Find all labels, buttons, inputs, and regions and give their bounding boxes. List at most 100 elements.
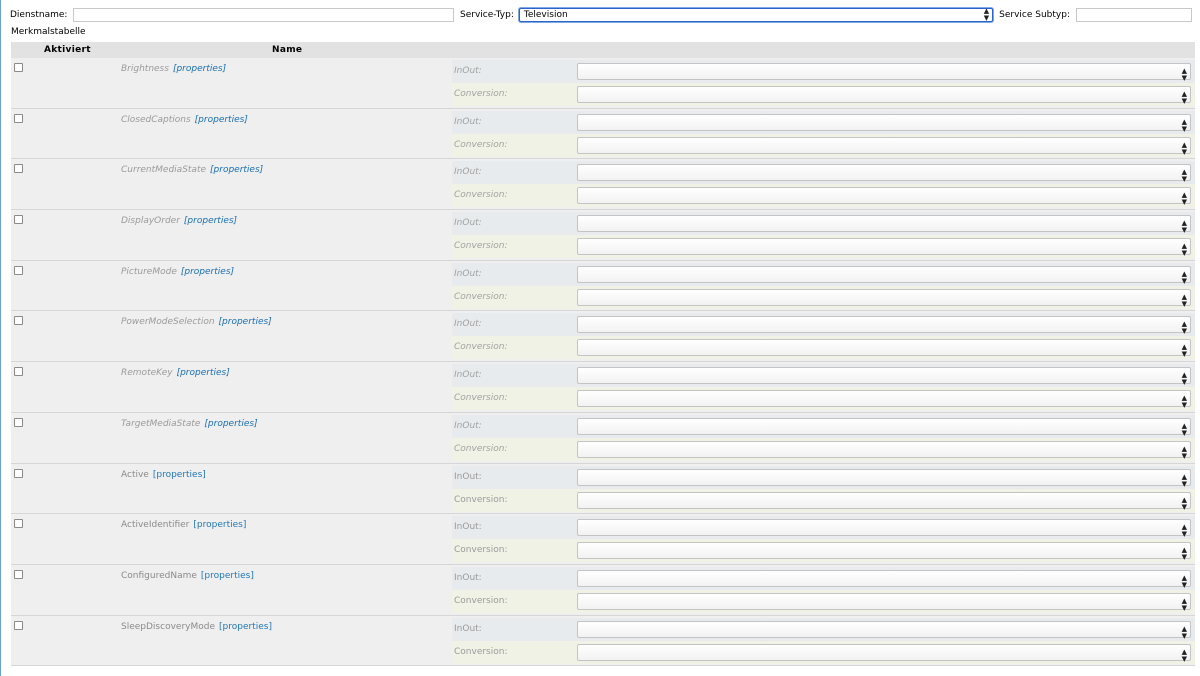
dienstname-input[interactable] bbox=[73, 8, 455, 22]
inout-select[interactable]: ▲ ▼ bbox=[577, 265, 1191, 284]
inout-row: InOut: ▲ ▼ bbox=[452, 212, 1195, 236]
inout-select[interactable]: ▲ ▼ bbox=[577, 164, 1191, 184]
inout-select[interactable]: ▲ ▼ bbox=[577, 468, 1191, 488]
up-down-arrows-icon: ▲ ▼ bbox=[1181, 371, 1187, 387]
conversion-select[interactable]: ▲ ▼ bbox=[577, 136, 1191, 156]
properties-link[interactable]: [properties] bbox=[219, 317, 272, 327]
properties-link[interactable]: [properties] bbox=[195, 115, 248, 125]
inout-select[interactable]: ▲ ▼ bbox=[577, 113, 1191, 132]
table-row: ConfiguredName [properties] InOut: ▲ ▼ Conver… bbox=[11, 564, 1195, 616]
conversion-select[interactable]: ▲ ▼ bbox=[577, 643, 1191, 663]
enable-checkbox[interactable] bbox=[14, 316, 23, 326]
characteristic-name: ConfiguredName bbox=[121, 570, 197, 581]
enable-checkbox[interactable] bbox=[14, 417, 23, 427]
up-down-arrows-icon: ▲ ▼ bbox=[1181, 495, 1187, 511]
table-body: Brightness [properties] InOut: ▲ ▼ Conversion… bbox=[11, 58, 1195, 667]
enable-checkbox[interactable] bbox=[14, 164, 23, 174]
conversion-row: Conversion: ▲ ▼ bbox=[452, 235, 1195, 259]
inout-label: InOut: bbox=[454, 167, 482, 178]
inout-label: InOut: bbox=[454, 268, 482, 279]
inout-select[interactable]: ▲ ▼ bbox=[577, 519, 1191, 538]
enable-checkbox[interactable] bbox=[14, 468, 23, 478]
inout-select[interactable]: ▲ ▼ bbox=[577, 215, 1191, 234]
inout-row: InOut: ▲ ▼ bbox=[452, 60, 1195, 83]
properties-link[interactable]: [properties] bbox=[219, 622, 272, 632]
up-down-arrows-icon: ▲ ▼ bbox=[983, 7, 990, 22]
conversion-row: Conversion: ▲ ▼ bbox=[452, 387, 1195, 411]
conversion-row: Conversion: ▲ ▼ bbox=[452, 589, 1195, 613]
enable-checkbox[interactable] bbox=[14, 569, 23, 579]
up-down-arrows-icon: ▲ ▼ bbox=[1181, 394, 1187, 410]
inout-select[interactable]: ▲ ▼ bbox=[577, 569, 1191, 588]
conversion-label: Conversion: bbox=[454, 139, 508, 150]
conversion-select[interactable]: ▲ ▼ bbox=[577, 339, 1191, 359]
up-down-arrows-icon: ▲ ▼ bbox=[1181, 140, 1187, 156]
service-typ-select[interactable]: Television ▲ ▼ bbox=[518, 7, 994, 22]
characteristic-name-cell: ConfiguredName [properties] bbox=[121, 571, 254, 581]
inout-select[interactable]: ▲ ▼ bbox=[577, 316, 1191, 335]
properties-link[interactable]: [properties] bbox=[210, 165, 263, 175]
properties-link[interactable]: [properties] bbox=[184, 216, 237, 226]
up-down-arrows-icon: ▲ ▼ bbox=[1181, 472, 1187, 488]
enable-checkbox[interactable] bbox=[14, 215, 23, 225]
conversion-select[interactable]: ▲ ▼ bbox=[577, 390, 1191, 410]
conversion-label: Conversion: bbox=[454, 89, 508, 99]
characteristic-name: ClosedCaptions bbox=[121, 114, 191, 125]
characteristic-name-cell: PictureMode [properties] bbox=[121, 267, 234, 277]
properties-link[interactable]: [properties] bbox=[177, 368, 230, 378]
conversion-select[interactable]: ▲ ▼ bbox=[577, 542, 1191, 561]
properties-link[interactable]: [properties] bbox=[204, 419, 257, 429]
service-subtyp-input[interactable] bbox=[1076, 8, 1192, 22]
conversion-row: Conversion: ▲ ▼ bbox=[452, 488, 1195, 512]
enable-checkbox[interactable] bbox=[14, 63, 23, 72]
enable-checkbox[interactable] bbox=[14, 113, 23, 123]
enable-checkbox[interactable] bbox=[14, 519, 23, 529]
inout-row: InOut: ▲ ▼ bbox=[452, 617, 1195, 641]
service-typ-value: Television bbox=[523, 10, 568, 20]
conversion-select[interactable]: ▲ ▼ bbox=[577, 187, 1191, 206]
table-row: PictureMode [properties] InOut: ▲ ▼ Conversio… bbox=[11, 260, 1195, 312]
properties-link[interactable]: [properties] bbox=[193, 520, 246, 530]
table-row: SleepDiscoveryMode [properties] InOut: ▲ ▼ Co… bbox=[11, 615, 1195, 667]
conversion-select[interactable]: ▲ ▼ bbox=[577, 592, 1191, 611]
inout-label: InOut: bbox=[454, 420, 482, 431]
conversion-label: Conversion: bbox=[454, 646, 508, 657]
characteristic-name-cell: PowerModeSelection [properties] bbox=[121, 317, 272, 327]
properties-link[interactable]: [properties] bbox=[153, 470, 206, 480]
characteristic-name-cell: ClosedCaptions [properties] bbox=[121, 115, 248, 125]
properties-link[interactable]: [properties] bbox=[173, 64, 226, 74]
conversion-select[interactable]: ▲ ▼ bbox=[577, 288, 1191, 307]
conversion-row: Conversion: ▲ ▼ bbox=[452, 83, 1195, 106]
conversion-select[interactable]: ▲ ▼ bbox=[577, 440, 1191, 459]
properties-link[interactable]: [properties] bbox=[181, 267, 234, 277]
enable-checkbox[interactable] bbox=[14, 367, 23, 377]
inout-label: InOut: bbox=[454, 116, 482, 127]
inout-label: InOut: bbox=[454, 319, 482, 330]
conversion-select[interactable]: ▲ ▼ bbox=[577, 238, 1191, 257]
inout-select[interactable]: ▲ ▼ bbox=[577, 63, 1191, 82]
up-down-arrows-icon: ▲ ▼ bbox=[1181, 168, 1187, 184]
inout-label: InOut: bbox=[454, 471, 482, 482]
table-row: Brightness [properties] InOut: ▲ ▼ Conversion… bbox=[11, 58, 1195, 109]
inout-label: InOut: bbox=[454, 572, 482, 583]
inout-select[interactable]: ▲ ▼ bbox=[577, 620, 1191, 639]
inout-row: InOut: ▲ ▼ bbox=[452, 566, 1195, 590]
enable-checkbox[interactable] bbox=[14, 265, 23, 275]
inout-row: InOut: ▲ ▼ bbox=[452, 414, 1195, 438]
characteristic-name-cell: DisplayOrder [properties] bbox=[121, 216, 237, 226]
properties-link[interactable]: [properties] bbox=[201, 571, 254, 581]
characteristic-name-cell: SleepDiscoveryMode [properties] bbox=[121, 622, 272, 632]
conversion-label: Conversion: bbox=[454, 291, 508, 302]
conversion-select[interactable]: ▲ ▼ bbox=[577, 491, 1191, 511]
inout-label: InOut: bbox=[454, 370, 482, 381]
up-down-arrows-icon: ▲ ▼ bbox=[1181, 647, 1187, 663]
up-down-arrows-icon: ▲ ▼ bbox=[1181, 343, 1187, 359]
inout-select[interactable]: ▲ ▼ bbox=[577, 367, 1191, 387]
enable-checkbox[interactable] bbox=[14, 620, 23, 630]
header-aktiviert: Aktiviert bbox=[44, 45, 91, 55]
inout-select[interactable]: ▲ ▼ bbox=[577, 417, 1191, 437]
header-name: Name bbox=[272, 45, 303, 55]
up-down-arrows-icon: ▲ ▼ bbox=[1181, 421, 1187, 437]
table-row: TargetMediaState [properties] InOut: ▲ ▼ Conv… bbox=[11, 412, 1195, 464]
conversion-select[interactable]: ▲ ▼ bbox=[577, 86, 1191, 105]
